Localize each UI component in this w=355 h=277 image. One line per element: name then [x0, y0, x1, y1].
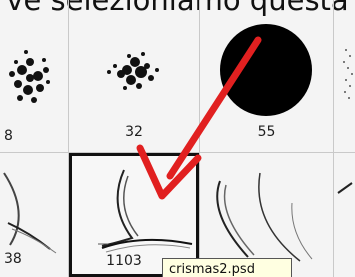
brush-preset-55[interactable]: 55 [200, 0, 333, 152]
brush-name-tooltip: crismas2.psd [162, 258, 292, 277]
brush-size-label: 55 [257, 124, 276, 140]
spray-brush-icon [343, 49, 353, 99]
brush-preset-grid: 8 32 55 38 1103 [0, 0, 355, 277]
brush-size-label: 8 [4, 128, 13, 144]
brush-preset-partial[interactable] [334, 0, 355, 152]
brush-preset-partial[interactable] [334, 153, 355, 277]
stroke-brush-icon [337, 182, 353, 194]
brush-preset-32[interactable]: 32 [69, 0, 199, 152]
brush-preset-38[interactable]: 38 [0, 153, 68, 277]
brush-size-label: 32 [125, 124, 143, 140]
brush-preset-8[interactable]: 8 [0, 0, 68, 152]
